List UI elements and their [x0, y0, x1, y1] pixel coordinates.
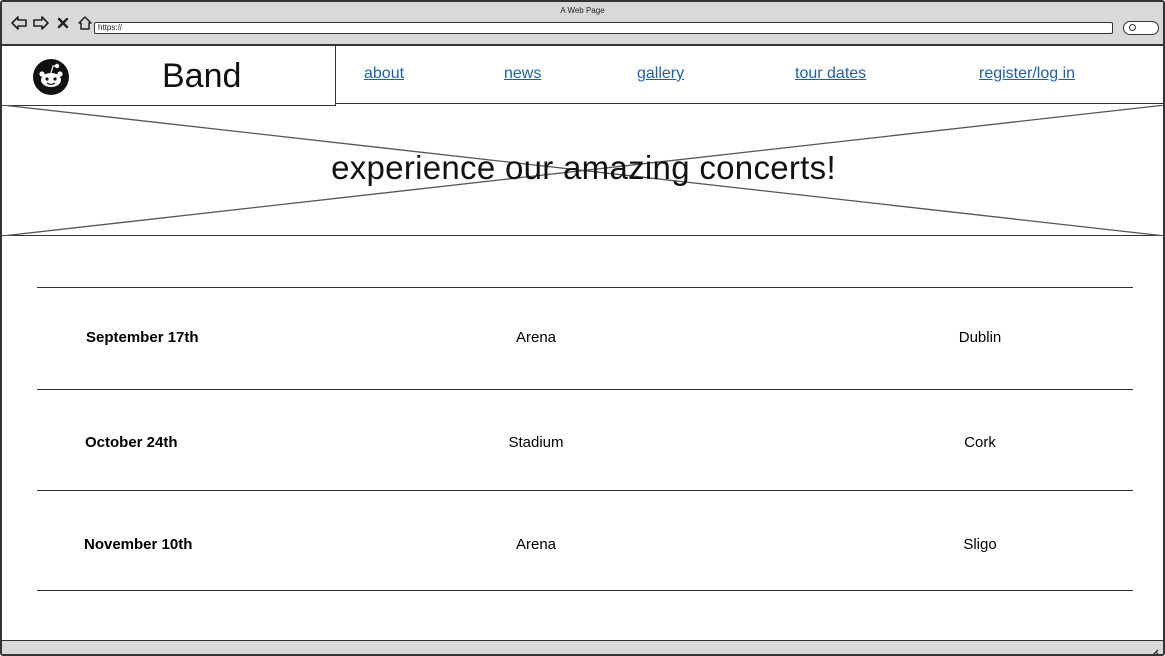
home-icon[interactable]	[76, 14, 94, 32]
tour-city: Dublin	[958, 329, 1002, 346]
site-branding: Band	[2, 46, 336, 106]
hero-title: experience our amazing concerts!	[331, 149, 836, 186]
url-input[interactable]: https://	[94, 22, 1113, 34]
browser-toolbar: A Web Page https://	[2, 2, 1163, 46]
resize-grip-icon[interactable]	[1149, 644, 1159, 654]
tour-date: November 10th	[84, 536, 193, 553]
tour-date: October 24th	[85, 434, 178, 451]
tour-date: September 17th	[86, 329, 199, 346]
browser-nav-buttons	[10, 14, 94, 32]
tour-venue: Arena	[515, 536, 557, 553]
browser-statusbar	[2, 640, 1163, 654]
tour-city: Sligo	[963, 536, 997, 553]
nav-link-tour-dates[interactable]: tour dates	[795, 65, 866, 83]
tour-city: Cork	[964, 434, 996, 451]
main-nav: about news gallery tour dates register/l…	[336, 46, 1163, 104]
divider	[37, 490, 1133, 491]
reddit-alien-icon[interactable]	[32, 58, 70, 96]
search-button[interactable]	[1123, 21, 1159, 35]
table-row: October 24th Stadium Cork	[2, 434, 1163, 464]
site-title: Band	[162, 57, 242, 95]
tour-venue: Arena	[515, 329, 557, 346]
table-row: November 10th Arena Sligo	[2, 536, 1163, 566]
window-title: A Web Page	[560, 6, 605, 15]
forward-icon[interactable]	[32, 14, 50, 32]
stop-icon[interactable]	[54, 14, 72, 32]
nav-link-news[interactable]: news	[504, 65, 541, 83]
search-icon	[1129, 24, 1136, 31]
divider	[37, 590, 1133, 591]
hero-banner: experience our amazing concerts!	[2, 105, 1163, 236]
divider	[37, 287, 1133, 288]
nav-link-about[interactable]: about	[364, 65, 404, 83]
table-row: September 17th Arena Dublin	[2, 329, 1163, 359]
browser-window: A Web Page https:// Band about news gall…	[0, 0, 1165, 656]
divider	[37, 389, 1133, 390]
tour-venue: Stadium	[508, 434, 564, 451]
nav-link-register-login[interactable]: register/log in	[979, 65, 1075, 83]
nav-link-gallery[interactable]: gallery	[637, 65, 684, 83]
back-icon[interactable]	[10, 14, 28, 32]
